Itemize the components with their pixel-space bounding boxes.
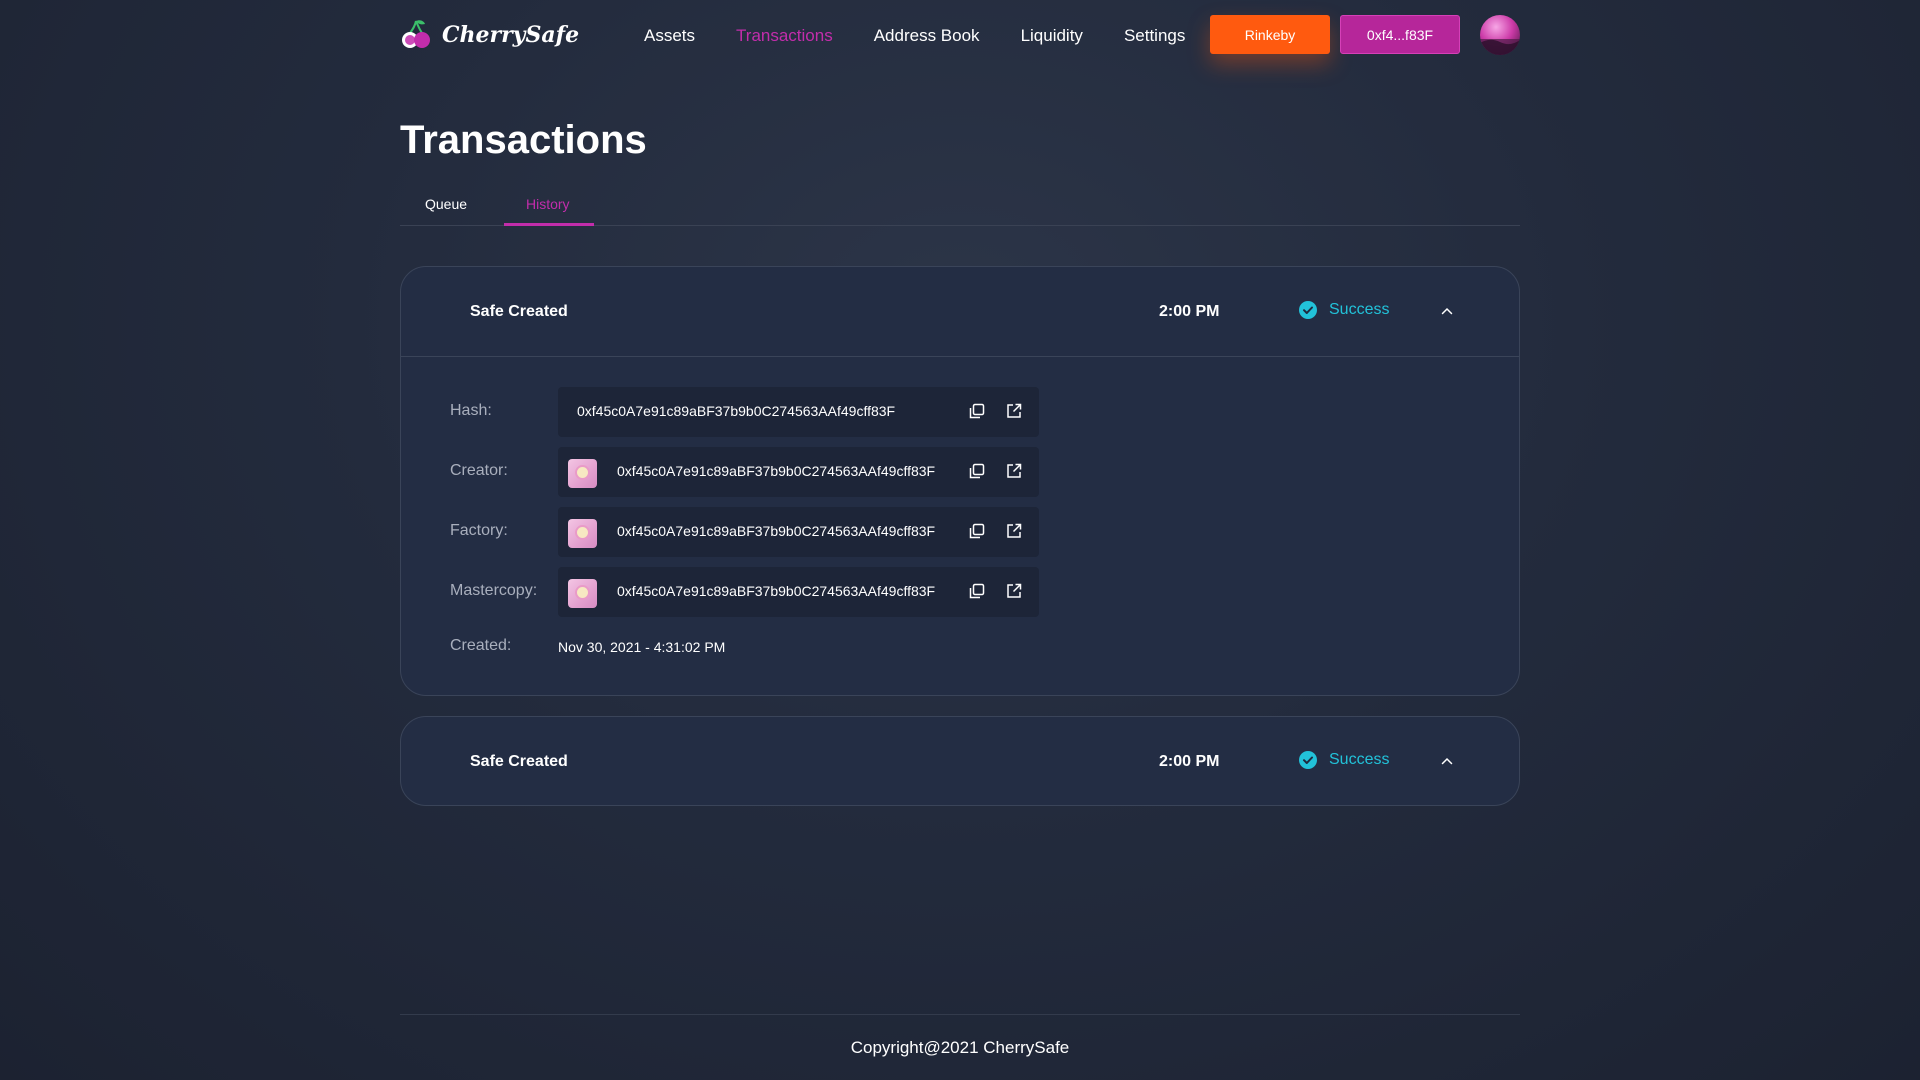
- transaction-title: Safe Created: [470, 303, 568, 320]
- brand-name: CherrySafe: [442, 22, 580, 48]
- transaction-time: 2:00 PM: [1159, 753, 1220, 770]
- external-link-icon[interactable]: [1005, 522, 1023, 540]
- transaction-title: Safe Created: [470, 753, 568, 770]
- nav-item-assets[interactable]: Assets: [644, 26, 695, 46]
- factory-field: 0xf45c0A7e91c89aBF37b9b0C274563AAf49cff8…: [558, 507, 1039, 557]
- transaction-time: 2:00 PM: [1159, 303, 1220, 320]
- user-avatar[interactable]: [1480, 15, 1520, 55]
- copy-icon[interactable]: [968, 582, 986, 600]
- external-link-icon[interactable]: [1005, 402, 1023, 420]
- active-tab-indicator: [504, 223, 594, 226]
- cherry-logo-icon: [402, 20, 430, 48]
- mastercopy-field: 0xf45c0A7e91c89aBF37b9b0C274563AAf49cff8…: [558, 567, 1039, 617]
- factory-label: Factory:: [450, 522, 508, 539]
- wallet-address-button[interactable]: 0xf4...f83F: [1340, 15, 1460, 54]
- nav-item-address-book[interactable]: Address Book: [874, 26, 980, 46]
- chevron-up-icon[interactable]: [1439, 303, 1455, 319]
- hash-label: Hash:: [450, 402, 492, 419]
- top-header: CherrySafe Assets Transactions Address B…: [400, 0, 1520, 70]
- brand-logo[interactable]: CherrySafe: [400, 18, 579, 52]
- footer-divider: [400, 1014, 1520, 1015]
- transaction-status: Success: [1299, 301, 1389, 319]
- creator-label: Creator:: [450, 462, 508, 479]
- footer-copyright: Copyright@2021 CherrySafe: [850, 1038, 1070, 1057]
- address-avatar: [568, 459, 597, 488]
- transaction-tabs: Queue History: [400, 188, 1520, 226]
- nav-item-liquidity[interactable]: Liquidity: [1021, 26, 1083, 46]
- address-avatar: [568, 579, 597, 608]
- network-button[interactable]: Rinkeby: [1210, 15, 1330, 54]
- nav-item-transactions[interactable]: Transactions: [736, 26, 833, 46]
- hash-value: 0xf45c0A7e91c89aBF37b9b0C274563AAf49cff8…: [577, 403, 896, 419]
- nav-item-settings[interactable]: Settings: [1124, 26, 1185, 46]
- factory-address: 0xf45c0A7e91c89aBF37b9b0C274563AAf49cff8…: [617, 523, 936, 539]
- tab-history[interactable]: History: [526, 196, 570, 212]
- avatar-image-icon: [1480, 39, 1520, 55]
- mastercopy-address: 0xf45c0A7e91c89aBF37b9b0C274563AAf49cff8…: [617, 583, 936, 599]
- transaction-card: Safe Created 2:00 PM Success Hash: 0xf45…: [400, 266, 1520, 696]
- copy-icon[interactable]: [968, 462, 986, 480]
- page-title: Transactions: [400, 118, 647, 162]
- check-circle-icon: [1299, 751, 1317, 769]
- external-link-icon[interactable]: [1005, 462, 1023, 480]
- creator-field: 0xf45c0A7e91c89aBF37b9b0C274563AAf49cff8…: [558, 447, 1039, 497]
- created-timestamp: Nov 30, 2021 - 4:31:02 PM: [558, 639, 726, 655]
- tab-queue[interactable]: Queue: [425, 196, 467, 212]
- creator-address: 0xf45c0A7e91c89aBF37b9b0C274563AAf49cff8…: [617, 463, 936, 479]
- status-label: Success: [1329, 751, 1390, 768]
- check-circle-icon: [1299, 301, 1317, 319]
- mastercopy-label: Mastercopy:: [450, 582, 538, 599]
- chevron-up-icon[interactable]: [1439, 753, 1455, 769]
- created-label: Created:: [450, 637, 512, 654]
- transaction-header[interactable]: Safe Created 2:00 PM Success: [401, 267, 1519, 357]
- copy-icon[interactable]: [968, 522, 986, 540]
- main-nav: Assets Transactions Address Book Liquidi…: [644, 26, 1226, 46]
- transaction-card: Safe Created 2:00 PM Success: [400, 716, 1520, 806]
- hash-field: 0xf45c0A7e91c89aBF37b9b0C274563AAf49cff8…: [558, 387, 1039, 437]
- external-link-icon[interactable]: [1005, 582, 1023, 600]
- status-label: Success: [1329, 301, 1390, 318]
- address-avatar: [568, 519, 597, 548]
- copy-icon[interactable]: [968, 402, 986, 420]
- transaction-header[interactable]: Safe Created 2:00 PM Success: [401, 717, 1519, 807]
- transaction-status: Success: [1299, 751, 1389, 769]
